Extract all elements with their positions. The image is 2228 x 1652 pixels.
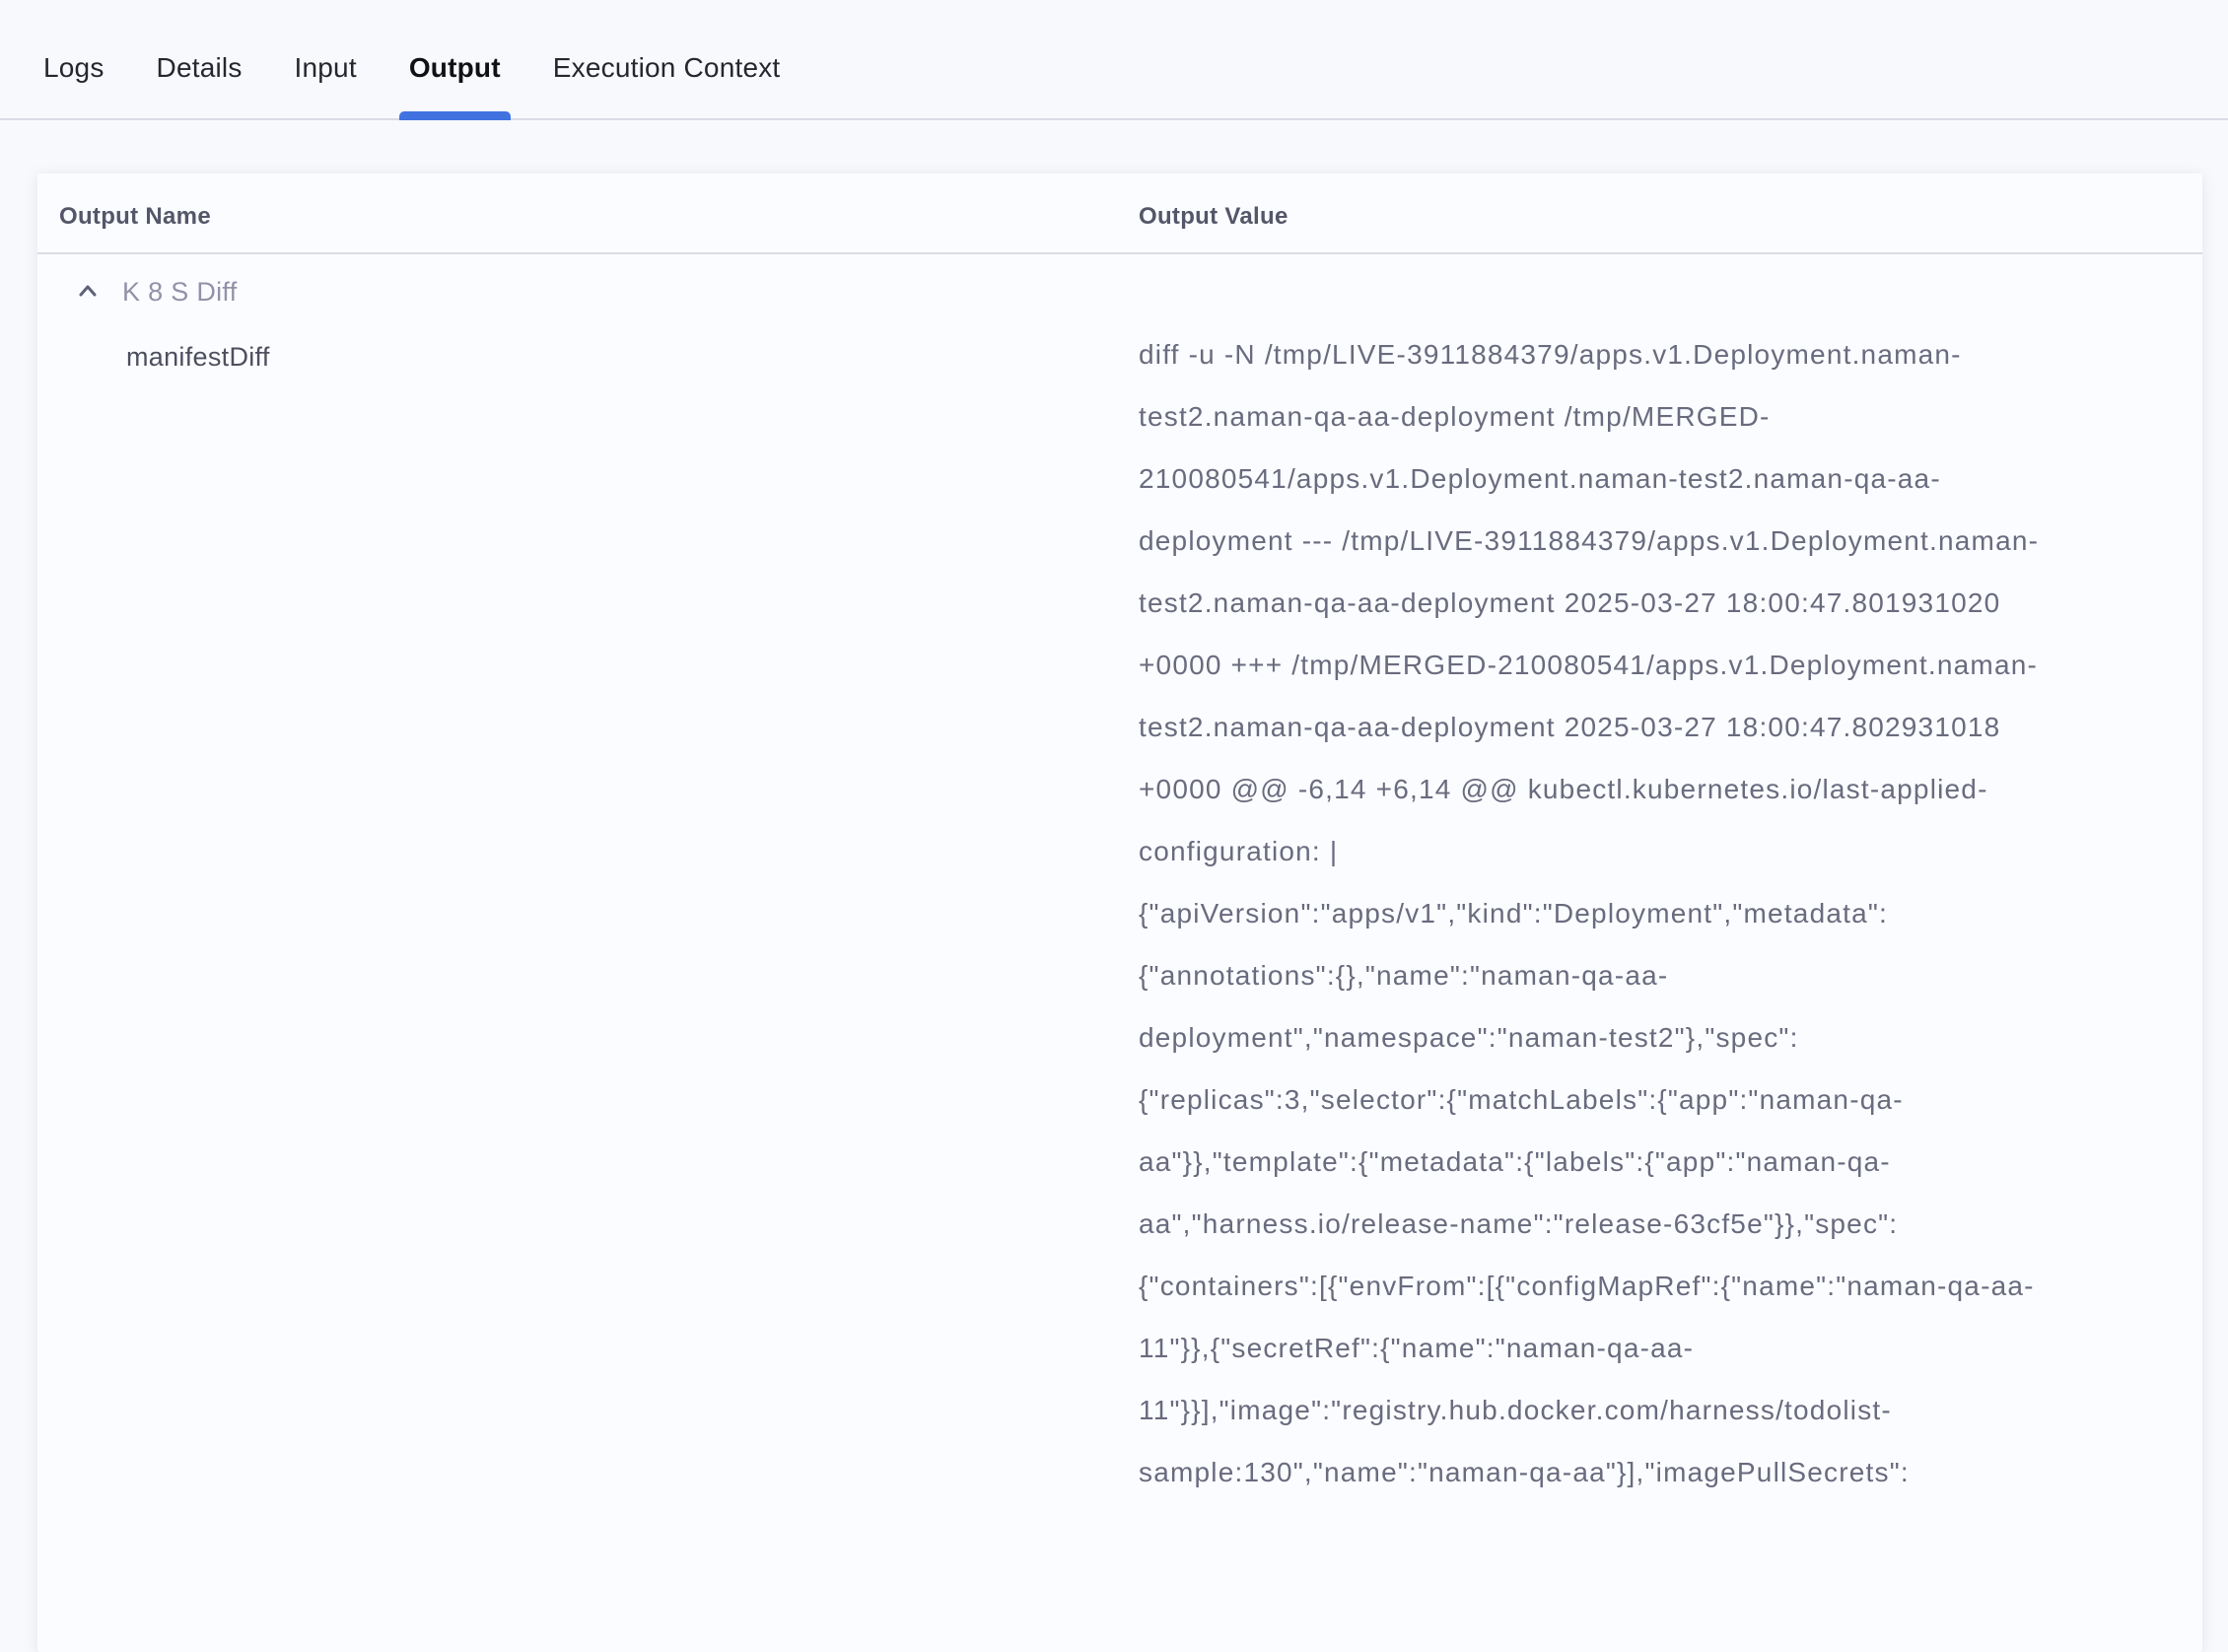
column-header-output-value: Output Value xyxy=(1139,203,2202,231)
table-header-row: Output Name Output Value xyxy=(37,173,2202,254)
column-header-output-name: Output Name xyxy=(37,203,1139,231)
output-table-card: Output Name Output Value K 8 S Diff mani… xyxy=(37,173,2202,1652)
tab-output[interactable]: Output xyxy=(409,51,501,118)
tab-details-label: Details xyxy=(157,52,243,83)
output-group-label: K 8 S Diff xyxy=(122,277,238,308)
tab-bar: Logs Details Input Output Execution Cont… xyxy=(0,0,2228,120)
chevron-up-icon[interactable] xyxy=(74,278,102,306)
tab-details[interactable]: Details xyxy=(157,51,243,118)
output-name-cell: manifestDiff xyxy=(37,323,1139,373)
tab-logs-label: Logs xyxy=(43,52,104,83)
tab-input[interactable]: Input xyxy=(295,51,357,118)
table-body: K 8 S Diff manifestDiff diff -u -N /tmp/… xyxy=(37,272,2202,1503)
tab-execution-context[interactable]: Execution Context xyxy=(553,51,781,118)
tab-execution-context-label: Execution Context xyxy=(553,52,781,83)
output-value-cell: diff -u -N /tmp/LIVE-3911884379/apps.v1.… xyxy=(1139,323,2202,1503)
table-row: manifestDiff diff -u -N /tmp/LIVE-391188… xyxy=(37,323,2202,1503)
tab-logs[interactable]: Logs xyxy=(43,51,104,118)
active-tab-indicator xyxy=(399,111,511,120)
output-group-row-k8s-diff[interactable]: K 8 S Diff xyxy=(37,272,2202,311)
tab-input-label: Input xyxy=(295,52,357,83)
tab-output-label: Output xyxy=(409,52,501,83)
